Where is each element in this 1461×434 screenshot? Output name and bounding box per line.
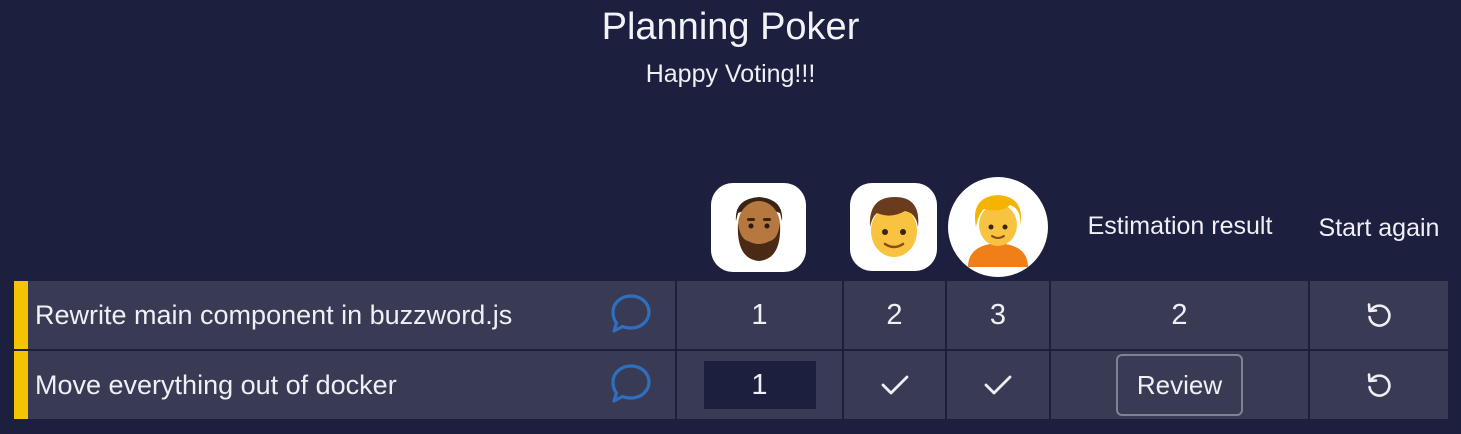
vote-cell-1: 1 xyxy=(677,281,842,349)
estimation-cell: Review xyxy=(1051,351,1308,419)
bearded-man-avatar-icon xyxy=(735,196,782,261)
comment-icon xyxy=(611,294,651,333)
story-status-accent xyxy=(14,281,28,349)
vote-cell-2: 2 xyxy=(844,281,945,349)
my-vote-input[interactable] xyxy=(703,361,816,409)
participant-avatar-1 xyxy=(711,183,806,272)
participant-avatar-2 xyxy=(850,183,937,271)
story-cell: Rewrite main component in buzzword.js xyxy=(14,281,675,349)
vote-cell-3: 3 xyxy=(947,281,1049,349)
blond-person-avatar-icon xyxy=(968,195,1028,267)
restart-icon xyxy=(1367,373,1391,397)
story-title[interactable]: Move everything out of docker xyxy=(35,351,397,419)
start-again-cell xyxy=(1310,351,1448,419)
page-subtitle: Happy Voting!!! xyxy=(645,60,816,88)
story-status-accent xyxy=(14,351,28,419)
story-cell: Move everything out of docker xyxy=(14,351,675,419)
vote-cell-3 xyxy=(947,351,1049,419)
story-title[interactable]: Rewrite main component in buzzword.js xyxy=(35,281,512,349)
vote-cell-2 xyxy=(844,351,945,419)
start-again-button[interactable] xyxy=(1364,370,1394,400)
comment-button[interactable] xyxy=(608,291,654,337)
review-button[interactable]: Review xyxy=(1116,354,1243,416)
estimation-result-value: 2 xyxy=(1051,281,1308,349)
comment-icon xyxy=(611,364,651,403)
comment-button[interactable] xyxy=(608,361,654,407)
voted-check-icon xyxy=(881,375,908,395)
boy-avatar-icon xyxy=(869,197,918,257)
page-title: Planning Poker xyxy=(601,6,860,48)
start-again-cell xyxy=(1310,281,1448,349)
participant-avatar-3 xyxy=(948,177,1048,277)
voted-check-icon xyxy=(984,375,1012,395)
start-again-button[interactable] xyxy=(1364,300,1394,330)
restart-icon xyxy=(1367,303,1391,327)
start-again-header: Start again xyxy=(1318,214,1440,242)
my-vote-cell xyxy=(677,351,842,419)
estimation-result-header: Estimation result xyxy=(1087,212,1273,240)
